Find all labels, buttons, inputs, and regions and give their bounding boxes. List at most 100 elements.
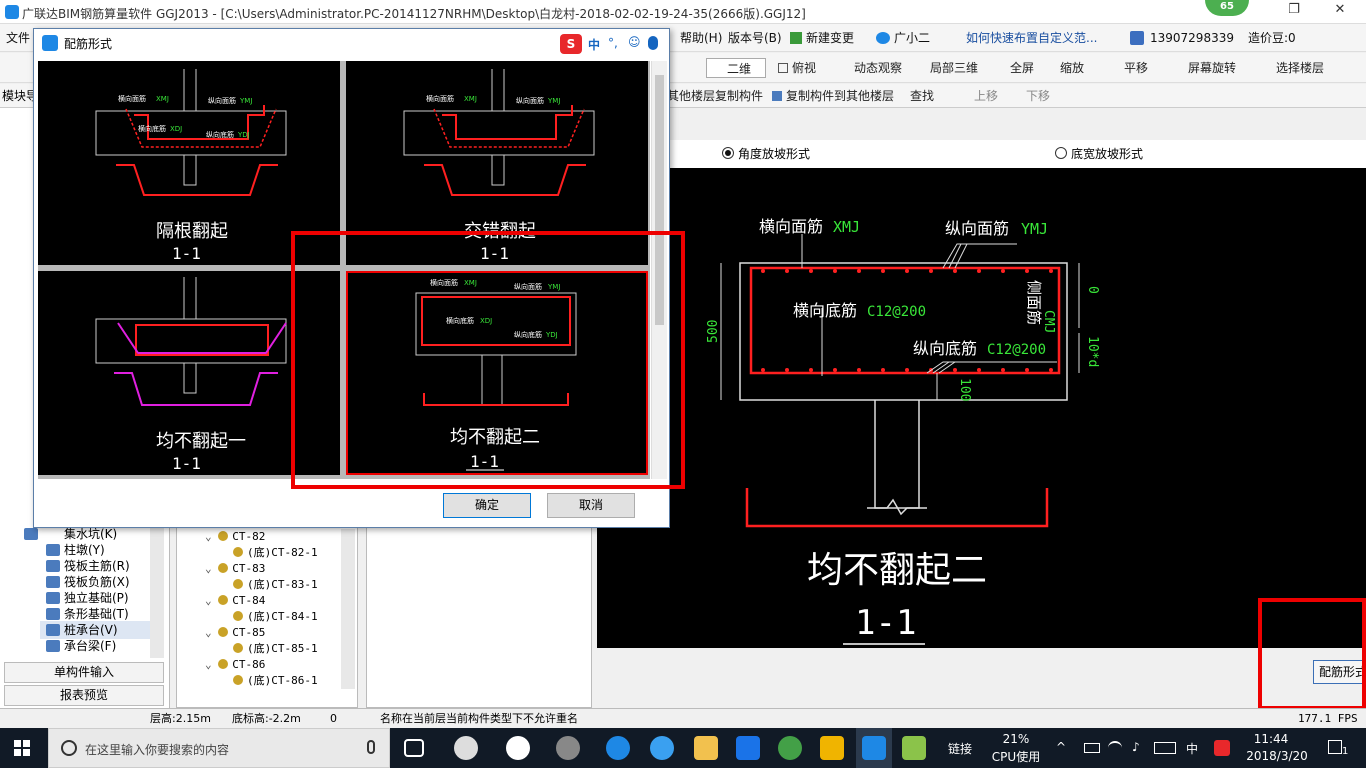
width-slope-radio[interactable]	[1055, 147, 1067, 159]
notes-icon[interactable]	[820, 736, 844, 760]
svg-text:纵向面筋: 纵向面筋	[208, 96, 236, 105]
restore-icon[interactable]: ❐	[1274, 2, 1314, 22]
svg-text:XMJ: XMJ	[156, 95, 169, 103]
fullscreen-button[interactable]: 全屏	[1010, 58, 1034, 78]
tree-node[interactable]: ⌄ CT-85	[205, 625, 318, 641]
keyboard-icon[interactable]	[1154, 742, 1176, 754]
sogou-icon[interactable]: S	[560, 34, 582, 54]
rotate-button[interactable]: 屏幕旋转	[1188, 58, 1236, 78]
ime-indicator[interactable]: 中	[1186, 740, 1198, 757]
preview-section-label: 1-1	[855, 603, 916, 643]
angle-slope-label[interactable]: 角度放坡形式	[738, 145, 810, 162]
ime-punct-toggle[interactable]: °,	[608, 36, 618, 50]
isolated-footing-icon	[46, 592, 60, 604]
nav-item-pile-cap[interactable]: 桩承台(V)	[64, 622, 118, 638]
label-side-bar: 侧面筋	[1025, 280, 1043, 325]
score-badge[interactable]: 65	[1205, 0, 1249, 16]
assistant-button[interactable]: 广小二	[894, 28, 930, 48]
raft-main-icon	[46, 560, 60, 572]
ie-legacy-icon[interactable]	[506, 736, 530, 760]
tree-node[interactable]: (底)CT-82-1	[205, 545, 318, 561]
partial-3d-button[interactable]: 局部三维	[930, 58, 978, 78]
tree-node[interactable]: (底)CT-85-1	[205, 641, 318, 657]
chevron-up-icon[interactable]: ^	[1056, 740, 1066, 754]
nav-scrollbar[interactable]	[150, 528, 164, 658]
move-up-button[interactable]: 上移	[974, 86, 998, 106]
move-down-button[interactable]: 下移	[1026, 86, 1050, 106]
tree-scrollbar[interactable]	[341, 529, 355, 689]
windows-taskbar: 在这里输入你要搜索的内容 链接 21% CPU使用 ^ ♪ 中 11:44 20…	[0, 728, 1366, 768]
find-button[interactable]: 查找	[910, 86, 934, 106]
angle-slope-radio[interactable]	[722, 147, 734, 159]
code-side-bar: CMJ	[1041, 310, 1056, 333]
ime-emoji-icon[interactable]: ☺	[628, 35, 641, 49]
nav-item-raft-main[interactable]: 筏板主筋(R)	[64, 558, 130, 574]
ie-icon[interactable]	[650, 736, 674, 760]
title-bar: 广联达BIM钢筋算量软件 GGJ2013 - [C:\Users\Adminis…	[0, 0, 1366, 24]
help-link[interactable]: 如何快速布置自定义范...	[966, 28, 1097, 48]
edge-icon[interactable]	[606, 736, 630, 760]
cancel-button[interactable]: 取消	[547, 493, 635, 518]
tree-node[interactable]: (底)CT-86-1	[205, 673, 318, 689]
nav-item-raft-neg[interactable]: 筏板负筋(X)	[64, 574, 130, 590]
menu-file[interactable]: 文件	[6, 28, 30, 48]
wifi-icon[interactable]	[1108, 741, 1122, 755]
svg-text:XDJ: XDJ	[170, 125, 182, 133]
task-view-icon[interactable]	[404, 739, 424, 757]
copy-from-floor-button[interactable]: 其他楼层复制构件	[667, 86, 763, 106]
dynamic-view-button[interactable]: 动态观察	[854, 58, 902, 78]
new-change-button[interactable]: 新建变更	[806, 28, 854, 48]
coin-balance[interactable]: 造价豆:0	[1248, 28, 1296, 48]
select-floor-button[interactable]: 选择楼层	[1276, 58, 1324, 78]
top-view-button[interactable]: 俯视	[792, 58, 816, 78]
windows-start-icon[interactable]	[14, 740, 30, 756]
tree-node[interactable]: ⌄ CT-83	[205, 561, 318, 577]
tray-link[interactable]: 链接	[948, 740, 972, 757]
calc-app-icon[interactable]	[902, 736, 926, 760]
tree-node[interactable]: (底)CT-84-1	[205, 609, 318, 625]
file-explorer-icon[interactable]	[694, 736, 718, 760]
pile-cap-icon	[46, 624, 60, 636]
clock-time[interactable]: 11:44	[1244, 732, 1298, 746]
nav-item-sump[interactable]: 集水坑(K)	[64, 526, 117, 542]
sogou-tray-icon[interactable]	[1214, 740, 1230, 756]
volume-icon[interactable]: ♪	[1132, 740, 1140, 754]
nav-item-pier[interactable]: 柱墩(Y)	[64, 542, 105, 558]
user-phone[interactable]: 13907298339	[1150, 28, 1234, 48]
pan-button[interactable]: 平移	[1124, 58, 1148, 78]
clock-date[interactable]: 2018/3/20	[1244, 749, 1310, 763]
ggj-app-icon[interactable]	[862, 736, 886, 760]
single-component-button[interactable]: 单构件输入	[4, 662, 164, 683]
report-preview-button[interactable]: 报表预览	[4, 685, 164, 706]
nav-item-isolated-footing[interactable]: 独立基础(P)	[64, 590, 129, 606]
copy-to-floor-button[interactable]: 复制构件到其他楼层	[786, 86, 894, 106]
width-slope-label[interactable]: 底宽放坡形式	[1071, 145, 1143, 162]
ok-button[interactable]: 确定	[443, 493, 531, 518]
view-mode-select[interactable]: 二维	[706, 58, 766, 78]
app-icon[interactable]	[556, 736, 580, 760]
cpu-label: CPU使用	[991, 750, 1041, 764]
battery-icon[interactable]	[1084, 743, 1100, 753]
browser-360-icon[interactable]	[778, 736, 802, 760]
tree-node[interactable]: ⌄ CT-84	[205, 593, 318, 609]
dialog-title: 配筋形式	[64, 37, 113, 51]
nav-item-strip-footing[interactable]: 条形基础(T)	[64, 606, 129, 622]
menu-version[interactable]: 版本号(B)	[728, 28, 782, 48]
close-icon[interactable]: ✕	[1320, 2, 1360, 22]
glodon-g-icon[interactable]	[736, 736, 760, 760]
tree-node[interactable]: ⌄ CT-86	[205, 657, 318, 673]
ime-voice-icon[interactable]	[648, 36, 658, 50]
dim-height: 500	[706, 320, 721, 343]
ime-chinese-toggle[interactable]: 中	[588, 36, 600, 53]
highlight-box-option	[291, 231, 685, 489]
fan-app-icon[interactable]	[454, 736, 478, 760]
zoom-button[interactable]: 缩放	[1060, 58, 1084, 78]
tree-node[interactable]: (底)CT-83-1	[205, 577, 318, 593]
tree-node[interactable]: ⌄ CT-82	[205, 529, 318, 545]
nav-item-cap-beam[interactable]: 承台梁(F)	[64, 638, 116, 654]
component-icon	[233, 675, 243, 685]
taskbar-search-box[interactable]: 在这里输入你要搜索的内容	[48, 728, 390, 768]
menu-help[interactable]: 帮助(H)	[680, 28, 722, 48]
notification-icon[interactable]	[1328, 740, 1342, 754]
mic-icon[interactable]	[367, 740, 375, 754]
